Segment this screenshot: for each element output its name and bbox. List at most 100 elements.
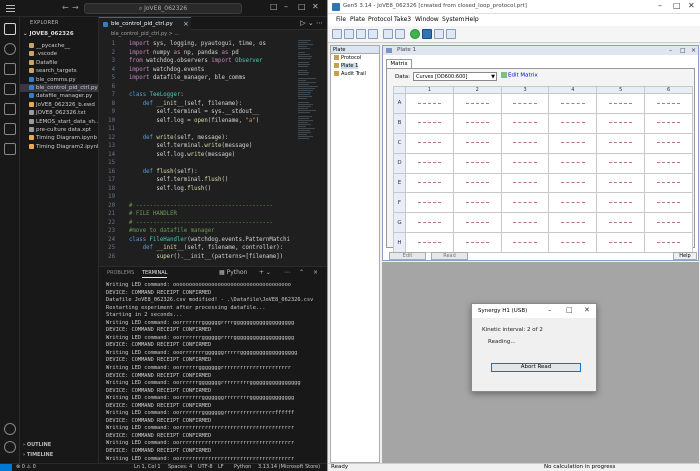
well-cell[interactable] [548,132,598,154]
search-icon[interactable] [4,43,16,55]
well-cell[interactable] [405,172,454,194]
workspace-folder[interactable]: ⌄ JOVE8_062326 [23,31,74,37]
maximize-icon[interactable]: □ [298,2,306,11]
well-cell[interactable] [452,212,502,234]
minimap[interactable] [298,40,320,262]
plate-icon[interactable] [395,29,405,39]
column-header[interactable]: 5 [596,86,646,94]
column-header[interactable]: 2 [452,86,502,94]
remote-indicator-icon[interactable] [0,464,12,471]
maximize-icon[interactable]: □ [566,306,573,314]
well-cell[interactable] [596,232,646,254]
file-item[interactable]: Timing Diagram2.ipynb [20,143,98,151]
tab-problems[interactable]: PROBLEMS [107,270,134,276]
explorer-icon[interactable] [4,23,16,35]
data-select[interactable]: Curves [OD600:600] ▼ [413,72,497,81]
protocol-icon[interactable] [383,29,393,39]
maximize-panel-icon[interactable]: ⌃ [299,269,304,276]
row-header[interactable]: H [393,232,406,254]
minimize-icon[interactable]: – [548,306,552,314]
tree-node[interactable]: Audit Trail [331,70,379,78]
well-cell[interactable] [452,172,502,194]
menu-window[interactable]: Window [415,16,439,23]
well-cell[interactable] [500,112,550,134]
file-item[interactable]: ble_control_pid_ctrl.py [20,83,98,93]
well-cell[interactable] [452,232,502,254]
well-cell[interactable] [596,152,646,174]
help-button[interactable]: Help [673,252,697,260]
remote-explorer-icon[interactable] [4,123,16,135]
new-terminal-icon[interactable]: + ⌄ [259,269,271,276]
row-header[interactable]: E [393,172,406,194]
well-cell[interactable] [500,232,550,254]
row-header[interactable]: F [393,192,406,214]
outline-section[interactable]: › OUTLINE [23,442,51,448]
well-cell[interactable] [500,132,550,154]
minimize-icon[interactable]: – [658,1,662,10]
file-item[interactable]: .vscode [20,50,98,58]
encoding[interactable]: UTF-8 [198,464,213,471]
well-cell[interactable] [644,112,693,134]
column-header[interactable]: 1 [405,86,454,94]
well-cell[interactable] [548,172,598,194]
well-cell[interactable] [452,192,502,214]
well-cell[interactable] [405,93,454,114]
menu-take3[interactable]: Take3 [394,16,411,23]
well-cell[interactable] [452,152,502,174]
account-icon[interactable] [4,423,16,435]
row-header[interactable]: G [393,212,406,234]
minimize-icon[interactable]: – [669,46,672,55]
minimize-icon[interactable]: – [284,2,288,11]
terminal-output[interactable]: Writing LED command: ooooooooooooooooooo… [106,282,324,462]
layout-icon[interactable]: □ [270,2,278,11]
read-button[interactable]: Read [431,252,468,260]
tree-node[interactable]: Protocol [331,54,379,62]
well-cell[interactable] [405,112,454,134]
file-item[interactable]: search_targets [20,67,98,75]
well-cell[interactable] [405,152,454,174]
well-cell[interactable] [548,212,598,234]
well-cell[interactable] [548,152,598,174]
language-mode[interactable]: Python [234,464,251,471]
file-item[interactable]: ble_comms.py [20,76,98,84]
well-cell[interactable] [548,112,598,134]
well-cell[interactable] [500,192,550,214]
column-header[interactable]: 3 [500,86,550,94]
well-cell[interactable] [500,152,550,174]
well-cell[interactable] [548,232,598,254]
timeline-section[interactable]: › TIMELINE [23,452,53,458]
run-python-icon[interactable]: ▷ ⌄ ⋯ [300,19,323,27]
close-panel-icon[interactable]: × [313,269,318,276]
well-cell[interactable] [405,132,454,154]
well-cell[interactable] [644,212,693,234]
well-cell[interactable] [596,93,646,114]
file-item[interactable]: JOVE8_062326.txt [20,109,98,117]
well-cell[interactable] [405,192,454,214]
file-item[interactable]: Timing Diagram.ipynb [20,134,98,142]
reader-control-icon[interactable] [422,29,432,39]
maximize-icon[interactable]: □ [673,1,681,10]
well-cell[interactable] [596,172,646,194]
well-cell[interactable] [596,212,646,234]
menu-help[interactable]: Help [465,16,479,23]
maximize-icon[interactable]: □ [680,46,686,55]
well-cell[interactable] [644,152,693,174]
close-icon[interactable]: × [691,46,696,55]
code-editor[interactable]: 1 import sys, logging, pyautogui, time, o… [99,40,327,264]
abort-read-button[interactable]: Abort Read [491,363,581,372]
well-cell[interactable] [644,132,693,154]
file-item[interactable]: __pycache__ [20,42,98,50]
menu-system[interactable]: System [442,16,464,23]
well-cell[interactable] [644,192,693,214]
file-item[interactable]: JoVE8_062326_b.ewd [20,101,98,109]
close-icon[interactable]: ✕ [312,2,319,11]
row-header[interactable]: B [393,112,406,134]
extensions-icon[interactable] [4,103,16,115]
file-item[interactable]: Datafile [20,59,98,67]
menu-file[interactable]: File [336,16,346,23]
testing-icon[interactable] [4,143,16,155]
back-arrow-icon[interactable]: ← [62,3,69,12]
well-cell[interactable] [500,172,550,194]
column-header[interactable]: 4 [548,86,598,94]
new-icon[interactable] [332,29,342,39]
